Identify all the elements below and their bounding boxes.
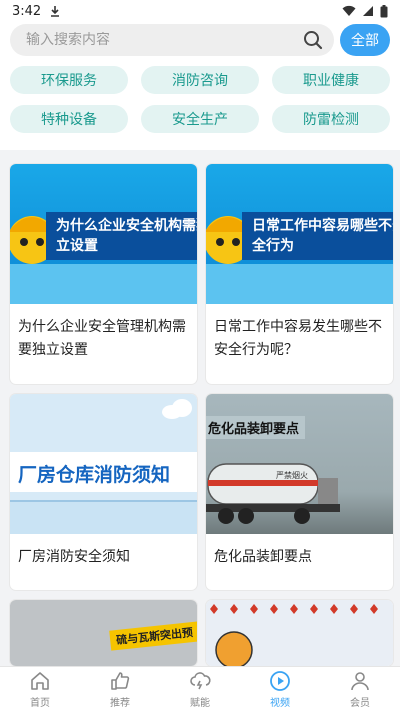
video-thumbnail: 为什么企业安全机构需独立设置 [10,164,197,304]
video-thumbnail [206,600,393,666]
chip-safety-production[interactable]: 安全生产 [141,105,259,133]
thumbnail-text: 日常工作中容易哪些不安全行为 [242,212,393,260]
video-card[interactable]: 硫与瓦斯突出预 [10,600,197,666]
category-chips: 环保服务 消防咨询 职业健康 特种设备 安全生产 防雷检测 [10,66,390,133]
video-grid: 为什么企业安全机构需独立设置 为什么企业安全管理机构需要独立设置 日常工作中容易… [10,164,393,666]
search-row: 全部 [10,24,390,56]
tanker-truck-image [206,463,340,524]
thumbnail-text: 硫与瓦斯突出预 [109,621,197,651]
tank-label: 严禁烟火 [276,471,308,480]
user-icon [351,671,369,690]
bottom-nav: 首页 推荐 赋能 视频 会员 [0,666,400,711]
video-thumbnail: 危化品装卸要点 严禁烟火 [206,394,393,534]
video-card[interactable]: 日常工作中容易哪些不安全行为 日常工作中容易发生哪些不安全行为呢？ [206,164,393,384]
nav-label: 赋能 [190,697,210,709]
wifi-icon [342,5,356,17]
nav-item-empower[interactable]: 赋能 [160,667,240,711]
nav-item-video[interactable]: 视频 [240,667,320,711]
video-card[interactable]: 厂房仓库消防须知 厂房消防安全须知 [10,394,197,590]
video-card[interactable]: 危化品装卸要点 严禁烟火 危化品装卸要点 [206,394,393,590]
warehouse-image [10,500,197,534]
video-title: 日常工作中容易发生哪些不安全行为呢？ [214,319,382,358]
nav-item-home[interactable]: 首页 [0,667,80,711]
nav-item-recommend[interactable]: 推荐 [80,667,160,711]
thumbnail-text: 为什么企业安全机构需独立设置 [46,212,197,260]
thumbnail-ground [10,264,197,304]
home-icon [31,671,49,690]
pattern-image [210,604,378,666]
video-thumbnail: 厂房仓库消防须知 [10,394,197,534]
video-thumbnail: 硫与瓦斯突出预 [10,600,197,666]
chip-fire-consulting[interactable]: 消防咨询 [141,66,259,94]
nav-label: 首页 [30,697,50,709]
video-card[interactable] [206,600,393,666]
nav-label: 会员 [350,697,370,709]
cloud-image [162,399,192,419]
video-title: 厂房消防安全须知 [18,549,130,565]
header: 全部 环保服务 消防咨询 职业健康 特种设备 安全生产 防雷检测 [0,22,400,150]
video-thumbnail: 日常工作中容易哪些不安全行为 [206,164,393,304]
download-icon [49,5,61,17]
play-circle-icon [270,670,290,691]
video-title: 危化品装卸要点 [214,549,312,565]
nav-item-member[interactable]: 会员 [320,667,400,711]
signal-icon [362,5,374,17]
video-title: 为什么企业安全管理机构需要独立设置 [18,319,186,358]
status-time: 3:42 [12,3,42,19]
nav-label: 视频 [270,697,290,709]
search-box[interactable] [10,24,334,56]
nav-label: 推荐 [110,697,130,709]
battery-icon [380,4,388,18]
thumbs-up-icon [111,671,130,690]
chip-environmental-services[interactable]: 环保服务 [10,66,128,94]
video-card[interactable]: 为什么企业安全机构需独立设置 为什么企业安全管理机构需要独立设置 [10,164,197,384]
status-bar: 3:42 [0,0,400,22]
thumbnail-text: 厂房仓库消防须知 [18,464,171,486]
chip-special-equipment[interactable]: 特种设备 [10,105,128,133]
chip-occupational-health[interactable]: 职业健康 [272,66,390,94]
search-icon[interactable] [302,29,324,51]
thumbnail-ground [206,264,393,304]
thumbnail-text: 危化品装卸要点 [206,416,306,439]
cloud-lightning-icon [190,671,211,689]
search-input[interactable] [26,32,302,48]
chip-lightning-protection[interactable]: 防雷检测 [272,105,390,133]
all-button[interactable]: 全部 [340,24,390,56]
